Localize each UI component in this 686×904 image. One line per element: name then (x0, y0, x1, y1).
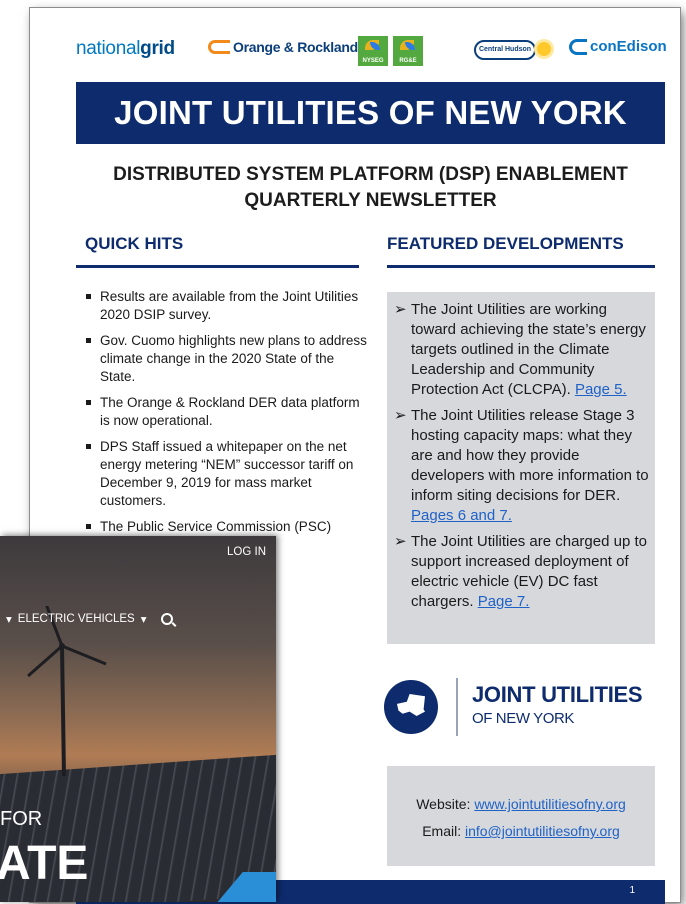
joint-utilities-logo: JOINT UTILITIES OF NEW YORK (382, 672, 672, 742)
list-item: ➢ The Joint Utilities release Stage 3 hos… (394, 407, 649, 524)
arrow-bullet-icon: ➢ (394, 301, 407, 318)
hero-text-small: FOR (0, 808, 43, 830)
featured-rule (387, 265, 655, 268)
contact-panel: Website: www.jointutilitiesofny.org Emai… (387, 766, 655, 866)
utility-logos-row: nationalgrid Orange & Rockland NYSEG RG&… (30, 30, 680, 80)
quick-hits-list: Results are available from the Joint Uti… (80, 288, 370, 544)
hero-text-big: ATE (0, 837, 89, 890)
arrow-bullet-icon: ➢ (394, 533, 407, 550)
wind-turbine-icon (27, 606, 107, 777)
nyseg-logo: NYSEG (358, 36, 388, 66)
chevron-down-icon: ▾ (6, 614, 12, 626)
featured-panel: ➢ The Joint Utilities are working toward … (387, 292, 655, 644)
newsletter-subtitle: DISTRIBUTED SYSTEM PLATFORM (DSP) ENABLE… (113, 164, 628, 211)
list-item: ➢ The Joint Utilities are charged up to s… (394, 533, 647, 610)
website-overlay-card: LOG IN ▾ ELECTRIC VEHICLES ▾ FOR ATE (0, 536, 276, 902)
list-item: The Public Service Commission (PSC) (80, 518, 370, 536)
list-item: Results are available from the Joint Uti… (80, 288, 370, 324)
list-item: The Orange & Rockland DER data platform … (80, 394, 370, 430)
rge-logo: RG&E (393, 36, 423, 66)
page-link[interactable]: Page 5. (575, 381, 627, 398)
page-link[interactable]: Pages 6 and 7. (411, 507, 512, 524)
page-link[interactable]: Page 7. (478, 593, 530, 610)
email-link[interactable]: info@jointutilitiesofny.org (465, 823, 620, 839)
quick-hits-heading: QUICK HITS (85, 234, 184, 253)
chevron-down-icon: ▾ (140, 614, 147, 626)
website-link[interactable]: www.jointutilitiesofny.org (474, 796, 625, 812)
title-banner: JOINT UTILITIES OF NEW YORK (76, 82, 665, 144)
swoosh-icon (208, 40, 230, 54)
search-icon[interactable] (160, 613, 173, 625)
con-edison-mark-icon (569, 38, 587, 55)
list-item: ➢ The Joint Utilities are working toward … (394, 301, 646, 398)
orange-rockland-logo: Orange & Rockland (208, 39, 358, 55)
sun-icon (537, 42, 551, 56)
login-link[interactable]: LOG IN (227, 546, 266, 558)
list-item: Gov. Cuomo highlights new plans to addre… (80, 332, 370, 386)
featured-heading: FEATURED DEVELOPMENTS (387, 234, 624, 253)
con-edison-logo: conEdison (569, 38, 667, 55)
nav-item-electric-vehicles[interactable]: ELECTRIC VEHICLES (18, 613, 135, 625)
page-number: 1 (629, 885, 635, 896)
national-grid-logo: nationalgrid (76, 38, 175, 59)
site-nav: ▾ ELECTRIC VEHICLES ▾ (6, 612, 173, 626)
arrow-bullet-icon: ➢ (394, 407, 407, 424)
central-hudson-logo: Central Hudson (470, 36, 558, 66)
list-item: DPS Staff issued a whitepaper on the net… (80, 438, 370, 510)
quick-hits-rule (76, 265, 359, 268)
